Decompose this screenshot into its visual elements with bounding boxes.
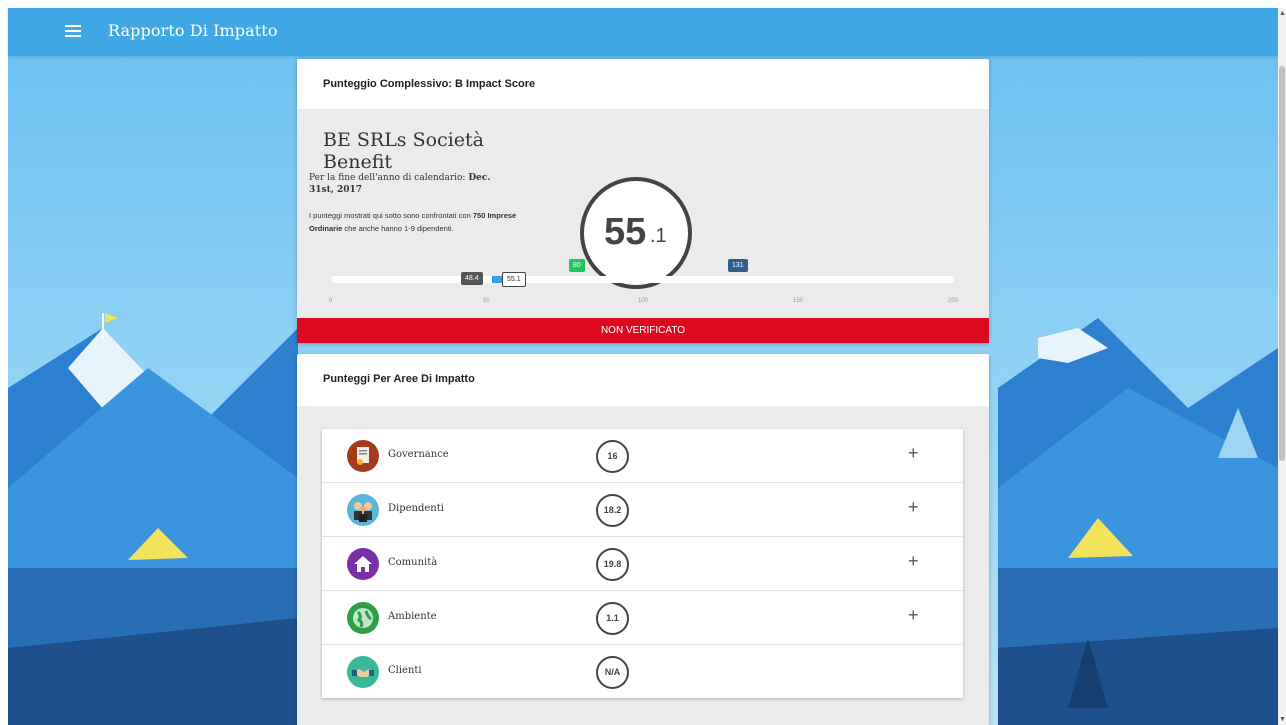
governance-icon [347,440,379,472]
slider-tick-100: 100 [638,298,649,304]
score-decimal: .1 [650,225,667,247]
reporting-period: Per la fine dell'anno di calendario: Dec… [309,172,514,196]
comparison-note: I punteggi mostrati qui sotto sono confr… [309,209,519,235]
company-name: BE SRLs Società Benefit [323,129,484,173]
impact-areas-body: Governance 16 + Dipendenti 18.2 + Comuni… [297,406,989,725]
area-row-workers[interactable]: Dipendenti 18.2 + [322,483,963,537]
overall-score-circle: 55 .1 [580,177,692,289]
area-score: 16 [596,440,629,473]
scroll-thumb[interactable] [1279,66,1285,461]
impact-areas-list: Governance 16 + Dipendenti 18.2 + Comuni… [322,429,963,698]
area-label: Comunità [388,557,438,568]
impact-areas-card: Punteggi Per Aree Di Impatto Governance … [297,354,989,725]
expand-icon[interactable]: + [908,605,919,626]
area-label: Clienti [388,665,422,676]
area-label: Dipendenti [388,503,444,514]
area-row-governance[interactable]: Governance 16 + [322,429,963,483]
overall-score-body: BE SRLs Società Benefit Per la fine dell… [297,109,989,318]
environment-icon [347,602,379,634]
area-label: Ambiente [388,611,437,622]
expand-icon[interactable]: + [908,497,919,518]
average-score-marker: 48.4 [461,272,483,285]
overall-score-header: Punteggio Complessivo: B Impact Score [323,78,536,90]
verification-status-bar: NON VERIFICATO [297,318,989,343]
certified-threshold-marker: 80 [569,259,585,272]
community-icon [347,548,379,580]
menu-icon[interactable] [65,25,81,38]
area-row-community[interactable]: Comunità 19.8 + [322,537,963,591]
expand-icon[interactable]: + [908,551,919,572]
period-prefix: Per la fine dell'anno di calendario: [309,173,469,183]
customers-icon [347,656,379,688]
area-row-environment[interactable]: Ambiente 1.1 + [322,591,963,645]
area-score: 19.8 [596,548,629,581]
area-score: 1.1 [596,602,629,635]
scroll-up-icon[interactable]: ▲ [1279,10,1286,17]
compare-suffix: che anche hanno 1-9 dipendenti. [342,224,454,233]
score-slider-track [331,276,954,283]
area-row-customers: Clienti N/A [322,645,963,698]
app-title: Rapporto Di Impatto [108,21,278,40]
slider-tick-150: 150 [793,298,804,304]
page-scrollbar[interactable]: ▲ ▼ [1278,8,1286,725]
area-score: 18.2 [596,494,629,527]
impact-areas-header: Punteggi Per Aree Di Impatto [323,373,475,385]
compare-prefix: I punteggi mostrati qui sotto sono confr… [309,211,473,220]
company-score-marker: 55.1 [502,272,526,287]
scroll-down-icon[interactable]: ▼ [1279,716,1286,723]
app-toolbar: Rapporto Di Impatto [8,8,1278,56]
expand-icon[interactable]: + [908,443,919,464]
slider-tick-50: 50 [483,298,490,304]
slider-tick-0: 0 [329,298,333,304]
top-score-marker: 131 [728,259,748,272]
area-label: Governance [388,449,449,460]
area-score: N/A [596,656,629,689]
workers-icon [347,494,379,526]
slider-tick-200: 200 [948,298,959,304]
score-main: 55 [604,211,647,253]
